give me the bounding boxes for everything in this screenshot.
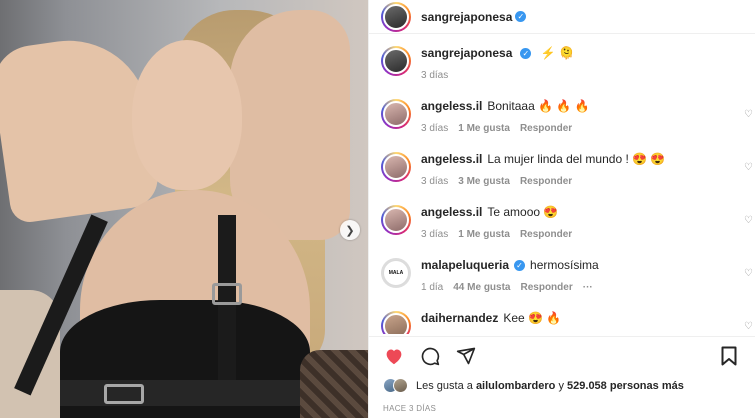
caption-username[interactable]: sangrejaponesa [421,46,512,60]
caption: sangrejaponesa ✓ ⚡ 🫠 3 días [381,46,751,81]
comment-time: 3 días [421,229,449,240]
action-bar [369,336,755,374]
author-username[interactable]: sangrejaponesa [421,10,512,24]
post-side-panel: sangrejaponesa ✓ sangrejaponesa ✓ ⚡ 🫠 3 d… [368,0,755,418]
caption-text: ⚡ 🫠 [540,46,574,60]
photo-seat [300,350,368,418]
likes-summary: Les gusta a ailulombardero y 529.058 per… [383,378,684,393]
comment-text: Kee 😍 🔥 [503,311,562,325]
comment-like-icon[interactable]: ♡ [744,109,753,120]
likes-user[interactable]: ailulombardero [476,380,555,392]
comment-time: 3 días [421,123,449,134]
heart-filled-icon[interactable] [383,345,405,367]
more-options-icon[interactable]: ··· [583,282,593,293]
commenter-avatar[interactable] [381,311,411,334]
chevron-right-icon[interactable]: ❯ [340,220,360,240]
photo-strap-right [218,215,236,405]
comment-like-icon[interactable]: ♡ [744,321,753,332]
author-avatar[interactable] [381,46,411,76]
comment-username[interactable]: angeless.il [421,99,482,113]
comment-like-icon[interactable]: ♡ [744,268,753,279]
liker-avatar [393,378,408,393]
likes-joiner: y [558,379,564,392]
reply-button[interactable]: Responder [520,176,572,187]
comment-likes[interactable]: 1 Me gusta [458,229,510,240]
comments-list: sangrejaponesa ✓ ⚡ 🫠 3 días angeless.il Bo… [369,34,755,334]
likes-text[interactable]: Les gusta a ailulombardero y 529.058 per… [416,380,684,392]
comment-username[interactable]: malapeluqueria [421,258,509,272]
comment-icon[interactable] [419,345,441,367]
comment-likes[interactable]: 3 Me gusta [458,176,510,187]
reply-button[interactable]: Responder [520,123,572,134]
verified-badge-icon: ✓ [515,11,527,22]
comment-username[interactable]: angeless.il [421,152,482,166]
reply-button[interactable]: Responder [520,229,572,240]
avatar-logo: MALA [383,260,409,286]
comment-like-icon[interactable]: ♡ [744,215,753,226]
comment-item: angeless.il Te amooo 😍 3 días 1 Me gusta … [381,205,753,240]
comment-likes[interactable]: 1 Me gusta [458,123,510,134]
photo-belt-buckle [104,384,144,404]
comment-item: MALA malapeluqueria ✓ hermosísima 1 día 44… [381,258,753,293]
photo-belt [60,380,310,406]
comment-username[interactable]: angeless.il [421,205,482,219]
post-date: HACE 3 DÍAS [383,404,437,413]
comment-username[interactable]: daihernandez [421,311,498,325]
commenter-avatar[interactable]: MALA [381,258,411,288]
comment-time: 3 días [421,176,449,187]
comment-item: angeless.il La mujer linda del mundo ! 😍 … [381,152,753,187]
verified-badge-icon: ✓ [514,260,526,272]
bookmark-icon[interactable] [718,345,740,367]
comment-like-icon[interactable]: ♡ [744,162,753,173]
likes-count[interactable]: 529.058 personas más [567,380,684,392]
caption-time: 3 días [421,70,449,81]
post-photo: ❯ [0,0,368,418]
reply-button[interactable]: Responder [521,282,573,293]
verified-badge-icon: ✓ [520,48,532,60]
comment-likes[interactable]: 44 Me gusta [453,282,510,293]
likes-prefix: Les gusta a [416,379,473,392]
comment-text: Te amooo 😍 [487,205,559,219]
photo-face [132,40,242,190]
comment-text: La mujer linda del mundo ! 😍 😍 [487,152,666,166]
comment-item: daihernandez Kee 😍 🔥 ♡ [381,311,753,334]
post-header: sangrejaponesa ✓ [369,0,755,34]
comment-item: angeless.il Bonitaaa 🔥 🔥 🔥 3 días 1 Me gu… [381,99,753,134]
instagram-post: ❯ sangrejaponesa ✓ sangrejaponesa ✓ ⚡ 🫠 3… [0,0,755,418]
commenter-avatar[interactable] [381,99,411,129]
comment-time: 1 día [421,282,444,293]
comment-text: Bonitaaa 🔥 🔥 🔥 [487,99,590,113]
share-icon[interactable] [455,345,477,367]
comment-text: hermosísima [530,258,599,272]
commenter-avatar[interactable] [381,205,411,235]
photo-buckle [212,283,242,305]
author-avatar[interactable] [381,1,411,32]
commenter-avatar[interactable] [381,152,411,182]
